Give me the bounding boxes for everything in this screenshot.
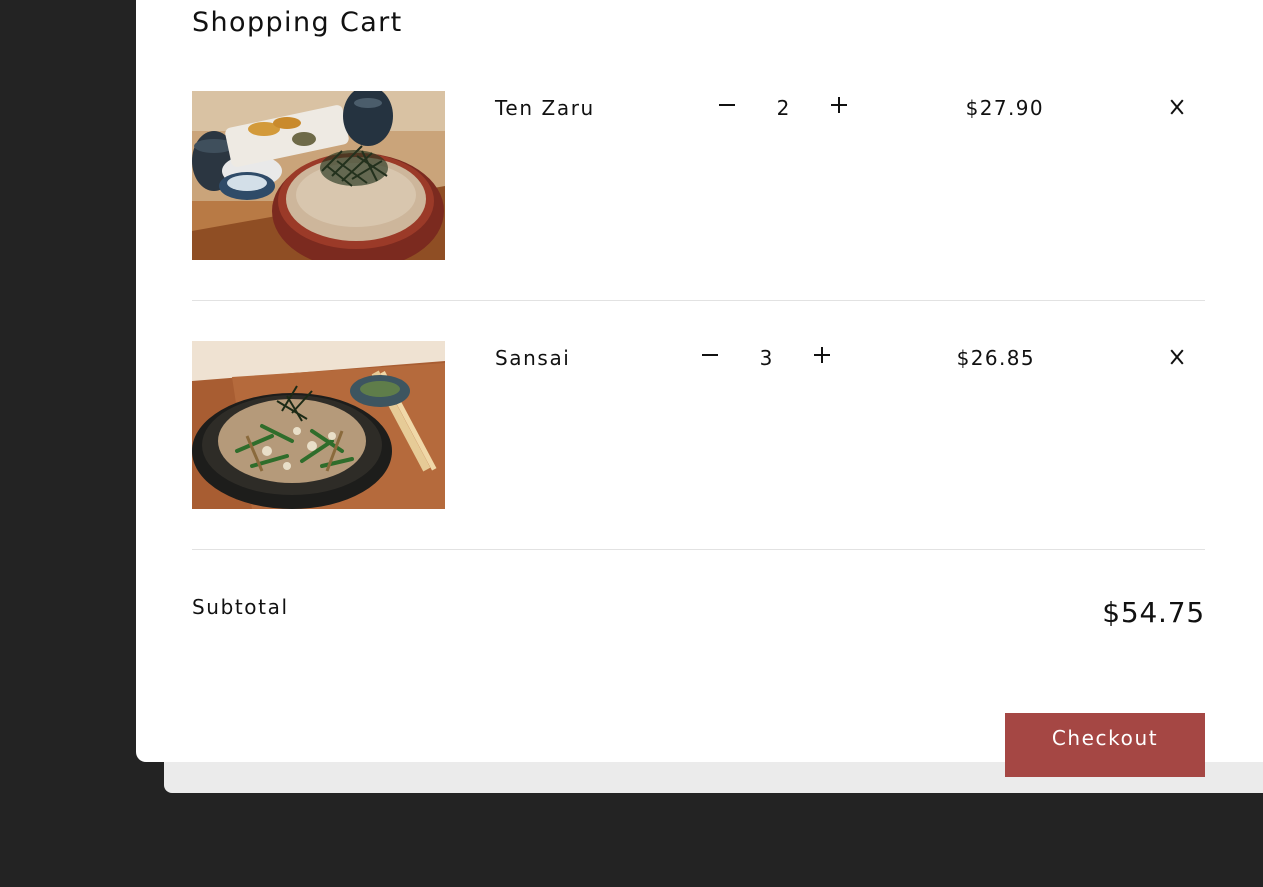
item-price: $27.90 <box>965 96 1044 120</box>
item-price: $26.85 <box>956 346 1035 370</box>
cart-item: Sansai 3 $26.85 <box>192 341 1205 591</box>
increase-quantity-button[interactable] <box>827 93 851 117</box>
checkout-button[interactable]: Checkout <box>1005 713 1205 777</box>
product-image-ten-zaru <box>192 91 445 260</box>
cart-item: Ten Zaru 2 $27.90 <box>192 91 1205 341</box>
subtotal-value: $54.75 <box>1102 596 1205 629</box>
product-image-sansai <box>192 341 445 510</box>
item-name: Ten Zaru <box>495 96 595 120</box>
item-quantity: 3 <box>759 346 773 370</box>
remove-item-button[interactable] <box>1163 93 1191 121</box>
decrease-quantity-button[interactable] <box>698 343 722 367</box>
shopping-cart-modal: Shopping Cart Ten Zaru 2 $27.90 Sansai 3… <box>136 0 1263 762</box>
decrease-quantity-button[interactable] <box>715 93 739 117</box>
cart-title: Shopping Cart <box>192 7 403 38</box>
subtotal-label: Subtotal <box>192 595 289 619</box>
item-divider <box>192 300 1205 301</box>
remove-item-button[interactable] <box>1163 343 1191 371</box>
item-quantity: 2 <box>776 96 790 120</box>
item-name: Sansai <box>495 346 571 370</box>
subtotal-divider <box>192 549 1205 550</box>
increase-quantity-button[interactable] <box>810 343 834 367</box>
